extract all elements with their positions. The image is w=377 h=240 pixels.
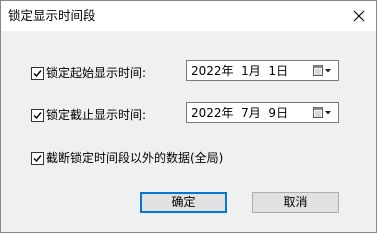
- close-button[interactable]: [348, 5, 370, 27]
- end-time-label: 锁定截止显示时间:: [46, 108, 147, 122]
- title-bar: 锁定显示时间段: [1, 1, 376, 31]
- calendar-dropdown-icon: [313, 65, 331, 76]
- checkmark-icon: [33, 69, 42, 77]
- start-time-option[interactable]: 锁定起始显示时间:: [31, 65, 146, 81]
- dialog-title: 锁定显示时间段: [8, 8, 96, 23]
- start-date-dropdown-button[interactable]: [311, 62, 335, 79]
- truncate-outside-data-option[interactable]: 截断锁定时间段以外的数据(全局): [31, 150, 223, 166]
- truncate-outside-data-label: 截断锁定时间段以外的数据(全局): [46, 151, 224, 165]
- end-date-value[interactable]: 2022年 7月 9日: [191, 105, 311, 121]
- ok-button[interactable]: 确定: [140, 192, 227, 213]
- end-time-option[interactable]: 锁定截止显示时间:: [31, 107, 146, 123]
- start-date-value[interactable]: 2022年 1月 1日: [191, 63, 311, 79]
- end-time-checkbox[interactable]: [31, 108, 44, 122]
- start-time-checkbox[interactable]: [31, 66, 44, 80]
- close-icon: [353, 10, 365, 22]
- checkmark-icon: [33, 154, 42, 162]
- checkmark-icon: [33, 111, 42, 119]
- calendar-dropdown-icon: [313, 107, 331, 118]
- start-date-picker[interactable]: 2022年 1月 1日: [186, 60, 339, 81]
- end-date-dropdown-button[interactable]: [311, 104, 335, 121]
- truncate-outside-data-checkbox[interactable]: [31, 151, 44, 165]
- dialog-body: 锁定起始显示时间: 2022年 1月 1日 锁定截止显示时间: 2022年 7月…: [1, 31, 376, 232]
- start-time-label: 锁定起始显示时间:: [46, 66, 147, 80]
- cancel-button[interactable]: 取消: [252, 192, 339, 213]
- dialog-window: 锁定显示时间段 锁定起始显示时间: 2022年 1月 1日 锁定截止显示时间: …: [0, 0, 377, 233]
- end-date-picker[interactable]: 2022年 7月 9日: [186, 102, 339, 123]
